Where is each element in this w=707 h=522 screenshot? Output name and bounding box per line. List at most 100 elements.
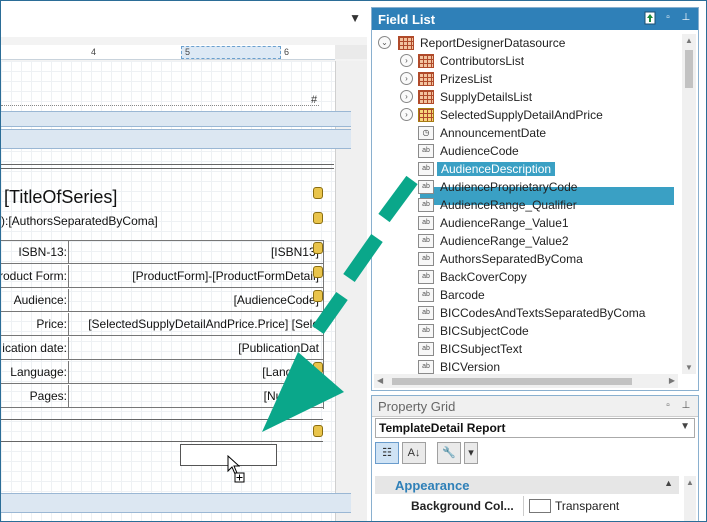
detail-band-header[interactable] xyxy=(1,129,351,149)
expand-icon[interactable]: › xyxy=(400,72,413,85)
category-appearance[interactable]: Appearance ▲ xyxy=(375,476,679,494)
chevron-down-icon[interactable]: ▾ xyxy=(464,442,478,464)
object-selector[interactable]: TemplateDetail Report ▼ xyxy=(375,418,695,438)
table-row[interactable]: ication date: [PublicationDat xyxy=(1,337,323,360)
app-frame: ▼ 4 5 6 # [TitleOfSeries] ):[AuthorsSepa… xyxy=(0,0,707,522)
tree-item-label: SelectedSupplyDetailAndPrice xyxy=(440,108,603,122)
property-value: Transparent xyxy=(555,499,620,513)
tree-item-label: AudienceRange_Value2 xyxy=(440,234,569,248)
row-value: [ISBN13] xyxy=(270,245,319,259)
footer-band-header[interactable] xyxy=(1,493,351,513)
pin-icon[interactable]: ⊥ xyxy=(680,11,692,25)
string-field-icon: ab xyxy=(418,216,434,230)
property-grid-header: Property Grid ▫ ⊥ xyxy=(372,396,698,417)
table-row[interactable]: Price: [SelectedSupplyDetailAndPrice.Pri… xyxy=(1,313,323,336)
band-header-strip[interactable] xyxy=(1,111,351,127)
tree-item[interactable]: ab AudienceProprietaryCode xyxy=(374,178,674,196)
minimize-icon[interactable]: ▫ xyxy=(662,11,674,25)
add-datasource-icon[interactable] xyxy=(644,11,656,25)
tree-item[interactable]: ab BICSubjectText xyxy=(374,340,674,358)
table-row[interactable]: ISBN-13: [ISBN13] xyxy=(1,241,323,264)
tree-item[interactable]: › SupplyDetailsList xyxy=(374,88,674,106)
tree-item[interactable]: ab AudienceCode xyxy=(374,142,674,160)
table-icon xyxy=(418,72,434,86)
tree-item[interactable]: › SelectedSupplyDetailAndPrice xyxy=(374,106,674,124)
wrench-icon[interactable]: 🔧 xyxy=(437,442,461,464)
expand-icon[interactable]: › xyxy=(400,90,413,103)
tree-item[interactable]: ab BICSubjectCode xyxy=(374,322,674,340)
tree-item[interactable]: ab AudienceRange_Value2 xyxy=(374,232,674,250)
row-label: Pages: xyxy=(29,389,67,403)
expand-icon[interactable]: › xyxy=(400,54,413,67)
scrollbar-thumb[interactable] xyxy=(392,378,632,385)
string-field-icon: ab xyxy=(418,252,434,266)
field-list-vertical-scrollbar[interactable]: ▲ ▼ xyxy=(682,34,696,374)
collapse-icon[interactable]: ⌄ xyxy=(378,36,391,49)
authors-field[interactable]: ):[AuthorsSeparatedByComa] xyxy=(1,214,158,228)
tree-item[interactable]: › PrizesList xyxy=(374,70,674,88)
database-icon xyxy=(313,290,323,302)
property-row[interactable]: Background Col... Transparent xyxy=(375,496,679,516)
tree-item-label: AudienceDescription xyxy=(437,162,556,176)
table-row[interactable]: Pages: [NumberO xyxy=(1,385,323,408)
row-value: [Language xyxy=(262,365,319,379)
ruler-selection-highlight xyxy=(181,46,281,59)
tree-item[interactable]: ◷ AnnouncementDate xyxy=(374,124,674,142)
tree-item-label: BICVersion xyxy=(440,360,501,374)
scroll-down-icon[interactable]: ▼ xyxy=(685,363,693,372)
field-list-header: Field List ▫ ⊥ xyxy=(372,8,698,30)
scroll-right-icon[interactable]: ▶ xyxy=(669,376,675,385)
string-field-icon: ab xyxy=(418,288,434,302)
property-name: Background Col... xyxy=(411,499,514,513)
pin-icon[interactable]: ⊥ xyxy=(680,399,692,413)
table-row[interactable]: Audience: [AudienceCode] xyxy=(1,289,323,312)
tree-item[interactable]: ab BICCodesAndTextsSeparatedByComa xyxy=(374,304,674,322)
expand-icon[interactable]: › xyxy=(400,108,413,121)
database-icon xyxy=(313,242,323,254)
report-designer: ▼ 4 5 6 # [TitleOfSeries] ):[AuthorsSepa… xyxy=(1,1,367,521)
tree-item-label: PrizesList xyxy=(440,72,493,86)
field-list-panel: Field List ▫ ⊥ ⌄ ReportDesignerDatasourc… xyxy=(371,7,699,391)
table-icon xyxy=(418,108,434,122)
scroll-up-icon[interactable]: ▲ xyxy=(685,36,693,45)
tree-item[interactable]: ab BICVersion xyxy=(374,358,674,374)
row-value: [NumberO xyxy=(263,389,319,403)
tree-item[interactable]: ab Barcode xyxy=(374,286,674,304)
string-field-icon: ab xyxy=(418,342,434,356)
scroll-left-icon[interactable]: ◀ xyxy=(377,376,383,385)
scroll-up-icon[interactable]: ▲ xyxy=(686,478,694,487)
scrollbar-thumb[interactable] xyxy=(685,50,693,88)
tree-item-label: ContributorsList xyxy=(440,54,525,68)
collapse-icon[interactable]: ▲ xyxy=(664,478,673,488)
table-icon xyxy=(418,54,434,68)
tree-item-label: AudienceCode xyxy=(440,144,519,158)
tree-root[interactable]: ⌄ ReportDesignerDatasource xyxy=(374,34,674,52)
ruler-tick: 6 xyxy=(284,47,290,57)
alphabetical-sort-button[interactable]: A↓ xyxy=(402,442,426,464)
table-row[interactable]: Language: [Language xyxy=(1,361,323,384)
tree-item[interactable]: › ContributorsList xyxy=(374,52,674,70)
tree-item[interactable]: ab BackCoverCopy xyxy=(374,268,674,286)
tree-item[interactable]: ab AuthorsSeparatedByComa xyxy=(374,250,674,268)
cell-separator xyxy=(68,385,69,407)
tree-item[interactable]: ab AudienceRange_Qualifier xyxy=(374,196,674,214)
categorized-view-button[interactable]: ☷ xyxy=(375,442,399,464)
category-label: Appearance xyxy=(395,478,470,493)
ruler-tick: 5 xyxy=(185,47,191,57)
table-row[interactable]: roduct Form: [ProductForm]-[ProductFormD… xyxy=(1,265,323,288)
field-list-horizontal-scrollbar[interactable]: ◀ ▶ xyxy=(374,374,678,388)
property-grid-toolbar: ☷ A↓ 🔧 ▾ xyxy=(375,442,478,464)
tree-item-selected[interactable]: ab AudienceDescription xyxy=(374,160,674,178)
row-label: Audience: xyxy=(13,293,67,307)
divider-line xyxy=(1,164,334,165)
database-icon xyxy=(313,362,323,374)
string-field-icon: ab xyxy=(418,144,434,158)
chevron-down-icon[interactable]: ▼ xyxy=(349,11,361,25)
property-grid-scrollbar[interactable]: ▲ xyxy=(684,476,696,521)
chevron-down-icon[interactable]: ▼ xyxy=(680,421,690,432)
minimize-icon[interactable]: ▫ xyxy=(662,399,674,413)
tree-item[interactable]: ab AudienceRange_Value1 xyxy=(374,214,674,232)
table-icon xyxy=(418,90,434,104)
string-field-icon: ab xyxy=(418,162,434,176)
title-of-series-label[interactable]: [TitleOfSeries] xyxy=(4,187,117,208)
